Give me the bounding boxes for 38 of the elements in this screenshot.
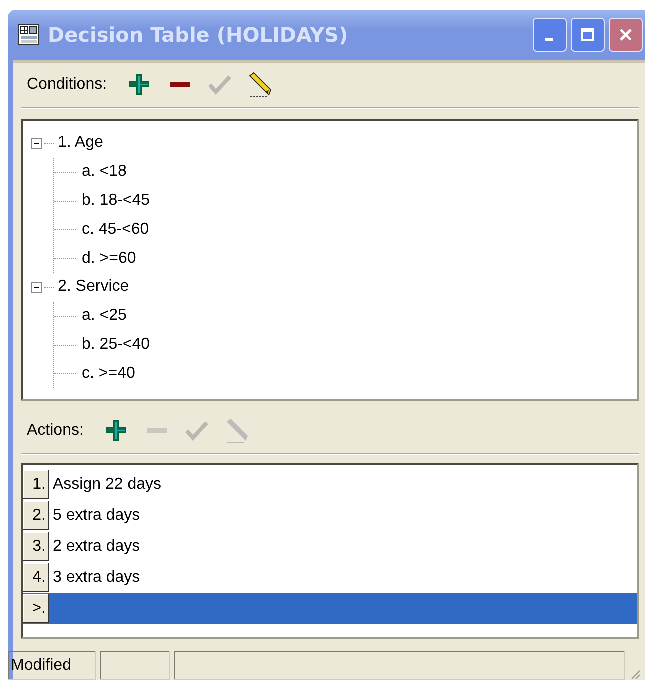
list-row[interactable]: 2. 5 extra days [23, 500, 637, 532]
row-number: 4. [23, 563, 49, 592]
maximize-icon[interactable] [581, 28, 595, 42]
row-number: >. [23, 594, 49, 624]
action-text: 5 extra days [53, 506, 140, 525]
status-pane [100, 651, 170, 680]
tree-item[interactable]: 2. Service [58, 278, 130, 296]
tree-item[interactable]: b. 25-<40 [82, 336, 150, 354]
close-icon[interactable] [619, 28, 633, 42]
close-button[interactable] [609, 18, 643, 52]
status-text: Modified [8, 651, 96, 680]
pencil-icon[interactable] [247, 72, 274, 98]
row-number: 3. [23, 532, 49, 562]
list-row[interactable]: 4. 3 extra days [23, 562, 637, 594]
list-row[interactable]: 3. 2 extra days [23, 531, 637, 562]
tree-item[interactable]: d. >=60 [82, 250, 136, 268]
action-text: Assign 22 days [53, 476, 162, 494]
app-icon [18, 24, 40, 46]
tree-item[interactable]: a. <18 [82, 163, 127, 182]
tree-item[interactable]: 1. Age [58, 134, 104, 152]
action-text: 2 extra days [53, 538, 140, 556]
section-label: Actions: [27, 422, 84, 440]
tree-item[interactable]: c. >=40 [82, 364, 136, 383]
collapse-icon[interactable] [31, 138, 42, 149]
row-number: 1. [23, 470, 49, 500]
collapse-icon[interactable] [31, 282, 42, 293]
list-row[interactable]: 1. Assign 22 days [23, 469, 637, 500]
tree-item[interactable]: a. <25 [82, 307, 127, 326]
tree-item[interactable]: b. 18-<45 [82, 192, 150, 210]
selected-row[interactable]: >. [23, 593, 637, 624]
section-label: Conditions: [27, 76, 108, 94]
tree-item[interactable]: c. 45-<60 [82, 220, 150, 239]
maximize-button[interactable] [571, 18, 605, 52]
minimize-button[interactable] [533, 18, 567, 52]
window-title: Decision Table (HOLIDAYS) [48, 23, 350, 48]
resize-grip-icon[interactable] [629, 668, 641, 680]
action-text: 3 extra days [53, 568, 140, 587]
row-number: 2. [23, 501, 49, 530]
